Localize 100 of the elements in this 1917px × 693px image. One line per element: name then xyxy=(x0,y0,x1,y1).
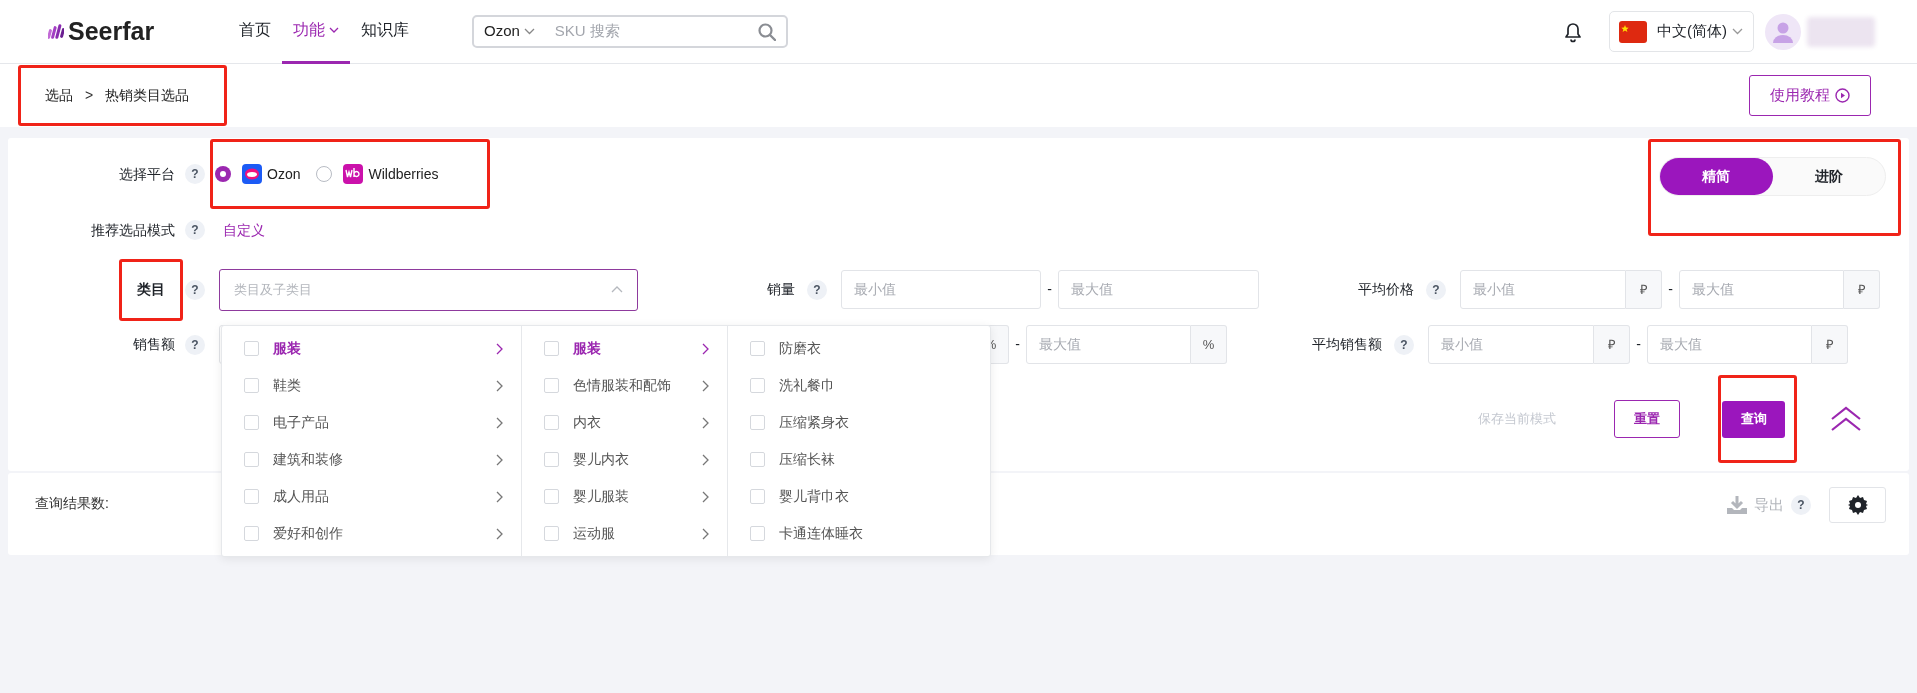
nav-tab[interactable]: 知识库 xyxy=(350,0,420,64)
checkbox[interactable] xyxy=(544,526,559,541)
radio-label[interactable]: Wildberries xyxy=(368,163,439,185)
breadcrumb-item[interactable]: 选品 xyxy=(45,85,73,106)
range-dash: - xyxy=(1667,280,1674,299)
checkbox[interactable] xyxy=(244,489,259,504)
help-icon[interactable]: ? xyxy=(1394,334,1414,355)
checkbox[interactable] xyxy=(544,415,559,430)
view-toggle[interactable]: 精简 进阶 xyxy=(1659,157,1886,196)
search-bar[interactable]: Ozon SKU 搜索 xyxy=(472,15,788,48)
checkbox[interactable] xyxy=(244,415,259,430)
min-field[interactable]: 最小值 xyxy=(1460,270,1626,309)
checkbox[interactable] xyxy=(544,341,559,356)
category-field[interactable]: 类目及子类目 xyxy=(234,279,611,300)
toggle-option[interactable]: 进阶 xyxy=(1772,158,1885,195)
category-option[interactable]: 建筑和装修 xyxy=(222,441,521,478)
results-count-label: 查询结果数: xyxy=(35,494,109,513)
category-option[interactable]: 色情服装和配饰 xyxy=(522,367,727,404)
caret-icon xyxy=(523,28,535,35)
platform-logo-icon xyxy=(242,164,262,184)
category-option[interactable]: 洗礼餐巾 xyxy=(728,367,990,404)
category-option[interactable]: 卡通连体睡衣 xyxy=(728,515,990,552)
checkbox[interactable] xyxy=(750,526,765,541)
help-icon[interactable]: ? xyxy=(807,279,827,300)
query-button[interactable]: 查询 xyxy=(1722,400,1785,438)
checkbox[interactable] xyxy=(244,378,259,393)
checkbox[interactable] xyxy=(750,489,765,504)
collapse-icon xyxy=(1830,406,1862,432)
checkbox[interactable] xyxy=(544,489,559,504)
category-option[interactable]: 爱好和创作 xyxy=(222,515,521,552)
blurred-username xyxy=(1807,16,1875,47)
nav-tab[interactable]: 首页 xyxy=(228,0,282,64)
unit-label: ₽ xyxy=(1626,270,1662,309)
reset-button[interactable]: 重置 xyxy=(1614,400,1680,438)
category-option[interactable]: 服装 xyxy=(222,330,521,367)
checkbox[interactable] xyxy=(544,378,559,393)
play-icon xyxy=(1835,88,1850,103)
max-field[interactable]: 最大值 xyxy=(1679,270,1844,309)
max-field[interactable]: 最大值 xyxy=(1647,325,1812,364)
help-icon[interactable]: ? xyxy=(185,334,205,355)
radio-button[interactable] xyxy=(316,166,333,182)
mode-link[interactable]: 自定义 xyxy=(223,219,265,241)
avatar-icon xyxy=(1765,13,1801,50)
checkbox[interactable] xyxy=(750,341,765,356)
min-field[interactable]: 最小值 xyxy=(1428,325,1594,364)
unit-label: ₽ xyxy=(1594,325,1630,364)
search-field[interactable]: SKU 搜索 xyxy=(554,20,758,43)
settings-button[interactable] xyxy=(1829,487,1886,523)
max-field[interactable]: 最大值 xyxy=(1058,270,1259,309)
category-option[interactable]: 婴儿内衣 xyxy=(522,441,727,478)
field-label: 选择平台 xyxy=(118,164,175,184)
category-option[interactable]: 婴儿服装 xyxy=(522,478,727,515)
field-label: 类目 xyxy=(119,258,183,321)
min-field[interactable]: 最小值 xyxy=(841,270,1041,309)
caret-icon xyxy=(1732,28,1743,35)
chevron-icon xyxy=(611,286,623,293)
category-option[interactable]: 压缩长袜 xyxy=(728,441,990,478)
category-option[interactable]: 压缩紧身衣 xyxy=(728,404,990,441)
category-option[interactable]: 鞋类 xyxy=(222,367,521,404)
max-field[interactable]: 最大值 xyxy=(1026,325,1191,364)
language-selector[interactable]: 中文(简体) xyxy=(1609,11,1754,52)
category-option[interactable]: 电子产品 xyxy=(222,404,521,441)
breadcrumb-item[interactable]: 热销类目选品 xyxy=(105,85,190,106)
help-icon[interactable]: ? xyxy=(185,220,205,240)
toggle-option[interactable]: 精简 xyxy=(1660,158,1773,195)
checkbox[interactable] xyxy=(750,378,765,393)
field-label: 平均价格 xyxy=(1357,280,1414,299)
breadcrumb-separator: > xyxy=(85,86,94,105)
help-icon[interactable]: ? xyxy=(185,279,205,300)
checkbox[interactable] xyxy=(244,452,259,467)
field-label: 平均销售额 xyxy=(1311,335,1382,354)
unit-label: ₽ xyxy=(1844,270,1880,309)
category-option[interactable]: 婴儿背巾衣 xyxy=(728,478,990,515)
field-label: 销售额 xyxy=(132,335,175,354)
unit-label: ₽ xyxy=(1812,325,1848,364)
checkbox[interactable] xyxy=(544,452,559,467)
platform-logo-icon xyxy=(343,164,364,184)
unit-label: % xyxy=(1191,325,1227,364)
logo-icon xyxy=(48,22,64,41)
category-option[interactable]: 成人用品 xyxy=(222,478,521,515)
logo-text: Seerfar xyxy=(68,15,155,47)
radio-button[interactable] xyxy=(215,166,231,182)
category-option[interactable]: 运动服 xyxy=(522,515,727,552)
flag-icon xyxy=(1619,20,1647,43)
help-icon[interactable]: ? xyxy=(1426,279,1446,300)
checkbox[interactable] xyxy=(750,452,765,467)
checkbox[interactable] xyxy=(750,415,765,430)
checkbox[interactable] xyxy=(244,341,259,356)
category-select[interactable]: 类目及子类目 xyxy=(219,268,638,311)
field-label: 推荐选品模式 xyxy=(90,220,175,240)
tutorial-button[interactable]: 使用教程 xyxy=(1749,75,1871,116)
help-icon[interactable]: ? xyxy=(185,164,205,184)
settings-icon xyxy=(1847,495,1868,515)
checkbox[interactable] xyxy=(244,526,259,541)
category-option[interactable]: 服装 xyxy=(522,330,727,367)
search-icon xyxy=(758,22,776,41)
category-option[interactable]: 内衣 xyxy=(522,404,727,441)
range-dash: - xyxy=(1635,335,1642,354)
range-dash: - xyxy=(1046,280,1053,299)
radio-label[interactable]: Ozon xyxy=(267,163,301,185)
